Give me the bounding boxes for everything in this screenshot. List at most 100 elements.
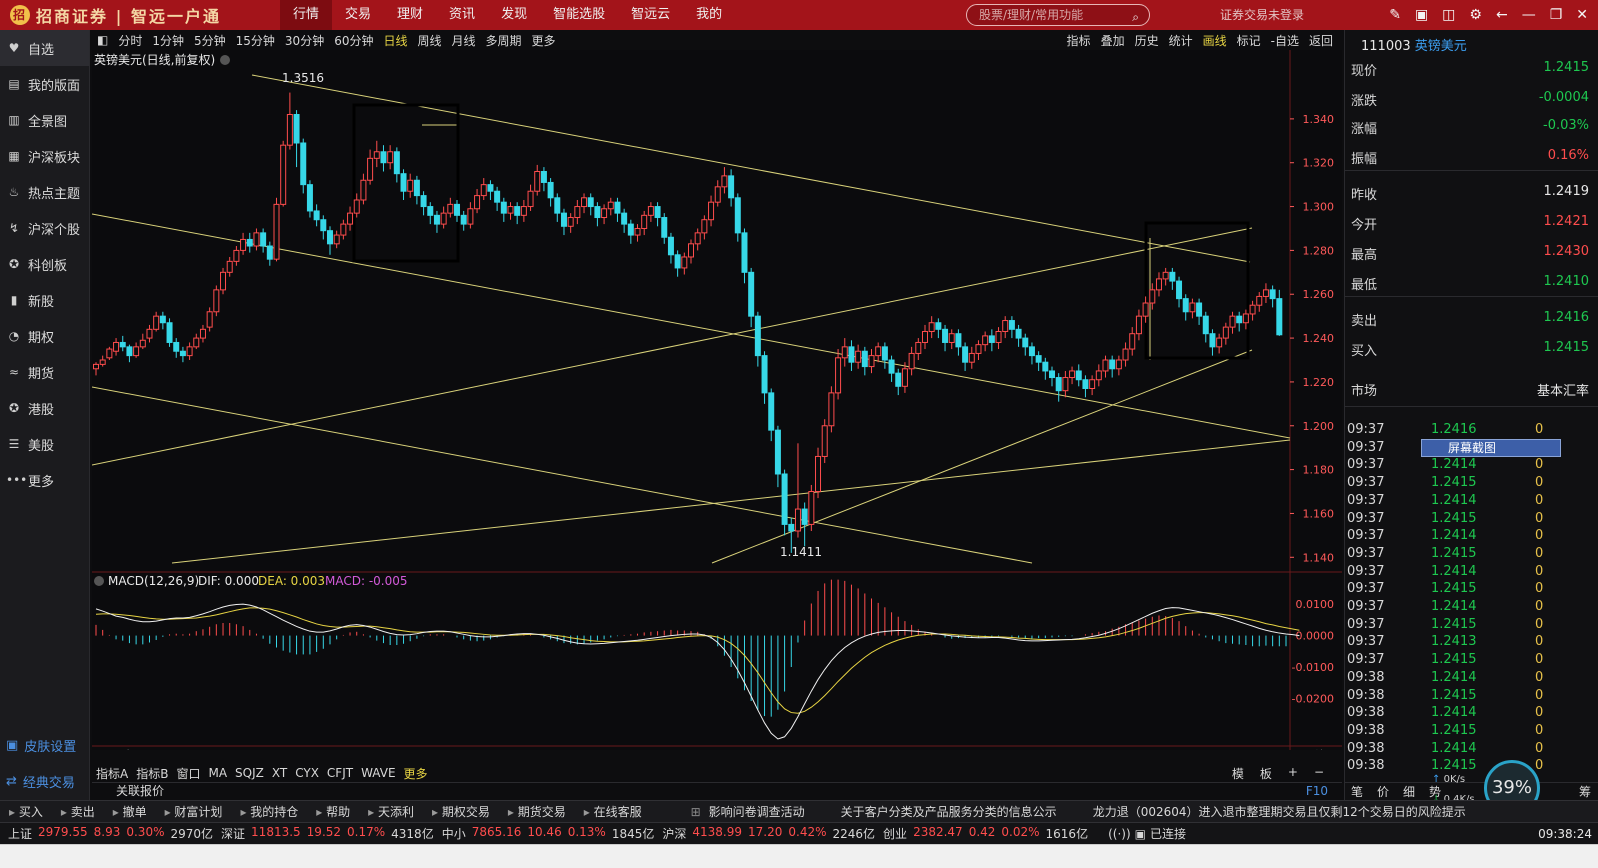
action-button-3[interactable]: ▸ 财富计划 (156, 803, 232, 820)
indicator-control-0[interactable]: 模 (1228, 765, 1248, 782)
action-button-2[interactable]: ▸ 撤单 (104, 803, 156, 820)
period-tab-1[interactable]: 1分钟 (147, 32, 189, 49)
nav-tab-6[interactable]: 智远云 (618, 0, 683, 30)
related-quotes-bar[interactable]: 关联报价 F10 (92, 782, 1342, 798)
action-button-7[interactable]: ▸ 期权交易 (423, 803, 499, 820)
chart-title-info-icon[interactable] (220, 55, 230, 65)
sidebar-item-11[interactable]: ☰ 美股 (0, 426, 89, 462)
period-tab-2[interactable]: 5分钟 (189, 32, 231, 49)
kline-chart[interactable]: 英镑美元(日线,前复权) 1.340 1.320 1.300 1.280 1.260 1.2… (91, 50, 1342, 763)
nav-tab-2[interactable]: 理财 (384, 0, 436, 30)
candle-body (654, 206, 661, 219)
edit-icon[interactable]: ✎ (1389, 0, 1401, 30)
indicator-tab-5[interactable]: XT (268, 766, 291, 780)
tick-row: 09:37 1.2415 0 (1345, 617, 1598, 635)
tool-button-3[interactable]: 统计 (1164, 32, 1198, 49)
action-button-9[interactable]: ▸ 在线客服 (575, 803, 651, 820)
tool-button-7[interactable]: 返回 (1304, 32, 1338, 49)
nav-tab-0[interactable]: 行情 (280, 0, 333, 30)
action-button-5[interactable]: ▸ 帮助 (307, 803, 359, 820)
nav-tab-4[interactable]: 发现 (488, 0, 540, 30)
tool-button-0[interactable]: 指标 (1062, 32, 1096, 49)
login-status[interactable]: 证券交易未登录 (1220, 0, 1304, 30)
indicator-tab-0[interactable]: 指标A (92, 765, 132, 782)
screenshot-tooltip[interactable]: 屏幕截图 (1421, 439, 1561, 457)
indicator-tab-4[interactable]: SQJZ (231, 766, 268, 780)
close-icon[interactable]: ✕ (1576, 0, 1588, 30)
tool-button-2[interactable]: 历史 (1130, 32, 1164, 49)
macd-toggle-icon[interactable] (94, 576, 104, 586)
index-item[interactable]: 上证 2979.55 8.93 0.30% 2970亿 (0, 825, 213, 842)
nav-tab-5[interactable]: 智能选股 (540, 0, 618, 30)
toggle-panel-icon[interactable]: ◧ (92, 33, 113, 47)
action-button-8[interactable]: ▸ 期货交易 (499, 803, 575, 820)
sidebar-item-5[interactable]: ↯ 沪深个股 (0, 210, 89, 246)
period-tab-9[interactable]: 多周期 (481, 32, 527, 49)
period-tab-8[interactable]: 月线 (447, 32, 481, 49)
index-amount: 2970亿 (170, 827, 214, 841)
indicator-control-3[interactable]: − (1310, 765, 1328, 782)
nav-tab-7[interactable]: 我的 (683, 0, 735, 30)
period-tab-3[interactable]: 15分钟 (231, 32, 280, 49)
action-button-4[interactable]: ▸ 我的持仓 (231, 803, 307, 820)
tool-button-5[interactable]: 标记 (1232, 32, 1266, 49)
index-item[interactable]: 沪深 4138.99 17.20 0.42% 2246亿 (654, 825, 875, 842)
notice-item[interactable]: 关于客户分类及产品服务分类的信息公示 (841, 803, 1057, 820)
indicator-tab-7[interactable]: CFJT (323, 766, 357, 780)
sidebar-item-8[interactable]: ◔ 期权 (0, 318, 89, 354)
sidebar-item-4[interactable]: ♨ 热点主题 (0, 174, 89, 210)
indicator-tab-2[interactable]: 窗口 (172, 765, 204, 782)
gear-icon[interactable]: ⚙ (1469, 0, 1482, 30)
tool-button-1[interactable]: 叠加 (1096, 32, 1130, 49)
chart-icon[interactable]: ◫ (1442, 0, 1455, 30)
chart-area[interactable]: 英镑美元(日线,前复权) 1.340 1.320 1.300 1.280 1.260 1.2… (91, 50, 1342, 763)
f10-link[interactable]: F10 (1306, 783, 1328, 799)
indicator-tab-6[interactable]: CYX (291, 766, 323, 780)
period-tab-6[interactable]: 日线 (378, 32, 412, 49)
period-tab-4[interactable]: 30分钟 (280, 32, 329, 49)
sidebar-item-10[interactable]: ✪ 港股 (0, 390, 89, 426)
indicator-control-1[interactable]: 板 (1256, 765, 1276, 782)
sidebar-item-9[interactable]: ≈ 期货 (0, 354, 89, 390)
period-tab-5[interactable]: 60分钟 (329, 32, 378, 49)
nav-tab-3[interactable]: 资讯 (436, 0, 488, 30)
search-icon[interactable]: ⌕ (1132, 7, 1139, 27)
box-icon[interactable]: ▣ (1415, 0, 1428, 30)
tool-button-4[interactable]: 画线 (1198, 32, 1232, 49)
indicator-tab-3[interactable]: MA (204, 766, 231, 780)
add-icon[interactable]: ⊞ (691, 805, 701, 819)
indicator-tab-1[interactable]: 指标B (132, 765, 172, 782)
indicator-tab-8[interactable]: WAVE (357, 766, 399, 780)
minimize-icon[interactable]: — (1522, 0, 1536, 30)
back-icon[interactable]: ← (1496, 0, 1508, 30)
sidebar-item-12[interactable]: ••• 更多 (0, 462, 89, 498)
search-input[interactable]: 股票/理财/常用功能 ⌕ (966, 4, 1150, 26)
tick-volume: 0 (1535, 563, 1544, 579)
action-button-6[interactable]: ▸ 天添利 (359, 803, 423, 820)
nav-tab-1[interactable]: 交易 (332, 0, 384, 30)
index-item[interactable]: 创业 2382.47 0.42 0.02% 1616亿 (875, 825, 1088, 842)
index-item[interactable]: 中小 7865.16 10.46 0.13% 1845亿 (434, 825, 655, 842)
tick-volume: 0 (1535, 705, 1544, 721)
sidebar-item-0[interactable]: ♥ 自选 (0, 30, 89, 66)
indicator-control-2[interactable]: + (1284, 765, 1302, 782)
sidebar-item-6[interactable]: ✪ 科创板 (0, 246, 89, 282)
notice-item[interactable]: 龙力退（002604）进入退市整理期交易且仅剩12个交易日的风险提示 (1093, 803, 1466, 820)
notice-item[interactable]: 影响问卷调查活动 (709, 803, 805, 820)
sidebar-item-2[interactable]: ▥ 全景图 (0, 102, 89, 138)
tool-button-6[interactable]: -自选 (1266, 32, 1304, 49)
classic-trade-button[interactable]: ⇄ 经典交易 (0, 766, 90, 796)
sidebar-item-7[interactable]: ▮ 新股 (0, 282, 89, 318)
indicator-tab-9[interactable]: 更多 (400, 765, 432, 782)
action-button-0[interactable]: ▸ 买入 (0, 803, 52, 820)
period-tab-10[interactable]: 更多 (527, 32, 561, 49)
skin-settings-button[interactable]: ▣ 皮肤设置 (0, 730, 90, 760)
sidebar-item-1[interactable]: ▤ 我的版面 (0, 66, 89, 102)
period-tab-7[interactable]: 周线 (413, 32, 447, 49)
notice-ticker[interactable]: 影响问卷调查活动 关于客户分类及产品服务分类的信息公示 龙力退（002604）进入退… (709, 803, 1466, 820)
action-button-1[interactable]: ▸ 卖出 (52, 803, 104, 820)
period-tab-0[interactable]: 分时 (113, 32, 147, 49)
index-item[interactable]: 深证 11813.5 19.52 0.17% 4318亿 (213, 825, 434, 842)
maximize-icon[interactable]: ❐ (1550, 0, 1563, 30)
sidebar-item-3[interactable]: ▦ 沪深板块 (0, 138, 89, 174)
